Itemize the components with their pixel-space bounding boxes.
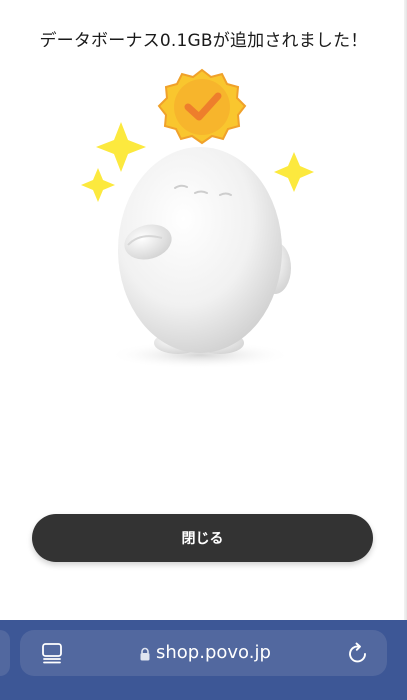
reload-icon[interactable] (346, 641, 370, 665)
bonus-message: データボーナス0.1GBが追加されました！ (39, 31, 368, 51)
sparkle-icon (274, 152, 314, 192)
mascot-illustration (70, 60, 340, 380)
egg-mascot (118, 147, 291, 354)
lock-icon (139, 646, 151, 661)
sparkle-icon (81, 168, 115, 202)
url-text[interactable]: shop.povo.jp (156, 642, 271, 664)
modal-page: データボーナス0.1GBが追加されました！ 閉じる (0, 0, 407, 620)
sparkle-icon (96, 122, 146, 172)
tabs-icon[interactable] (41, 642, 63, 664)
close-button[interactable]: 閉じる (32, 514, 373, 562)
check-badge-icon (157, 68, 247, 145)
browser-toolbar: shop.povo.jp (0, 620, 407, 700)
previous-tab-edge[interactable] (0, 630, 10, 676)
address-bar[interactable]: shop.povo.jp (20, 630, 387, 676)
